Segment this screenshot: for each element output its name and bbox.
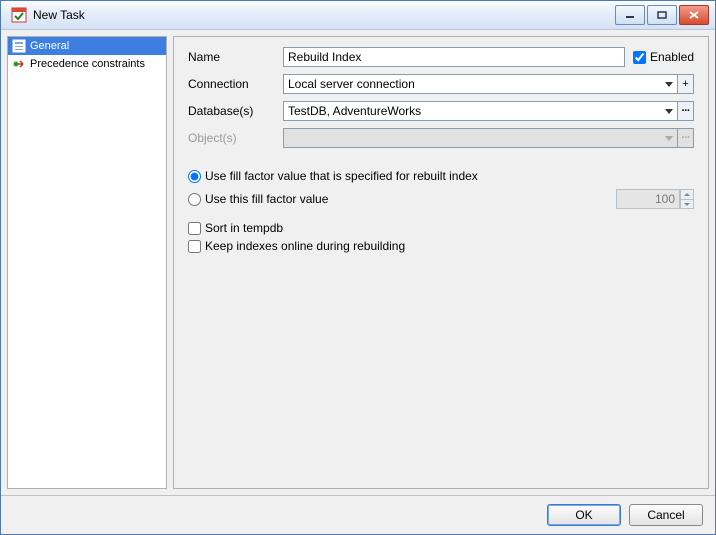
databases-value: TestDB, AdventureWorks (288, 104, 665, 118)
name-input[interactable] (283, 47, 625, 67)
dialog-footer: OK Cancel (1, 495, 715, 534)
chevron-down-icon (665, 109, 673, 114)
connection-label: Connection (188, 77, 283, 91)
fillfactor-specified-radio[interactable] (188, 170, 201, 183)
fillfactor-custom-radio[interactable] (188, 193, 201, 206)
objects-label: Object(s) (188, 131, 283, 145)
name-label: Name (188, 50, 283, 64)
chevron-down-icon (665, 136, 673, 141)
enabled-checkbox[interactable] (633, 51, 646, 64)
objects-dropdown (283, 128, 678, 148)
properties-icon (12, 39, 26, 53)
keep-online-checkbox[interactable] (188, 240, 201, 253)
fillfactor-step-up (680, 189, 694, 199)
sidebar-item-label: Precedence constraints (30, 58, 145, 70)
cancel-button[interactable]: Cancel (629, 504, 703, 526)
sort-tempdb-checkbox[interactable] (188, 222, 201, 235)
maximize-button[interactable] (647, 5, 677, 25)
fillfactor-step-down (680, 199, 694, 209)
fillfactor-specified-label: Use fill factor value that is specified … (205, 169, 478, 183)
new-task-dialog: New Task General (0, 0, 716, 535)
chevron-down-icon (665, 82, 673, 87)
add-connection-button[interactable]: + (678, 74, 694, 94)
sort-tempdb-label: Sort in tempdb (205, 221, 283, 235)
category-sidebar: General Precedence constraints (7, 36, 167, 489)
sidebar-item-precedence-constraints[interactable]: Precedence constraints (8, 55, 166, 73)
enabled-label: Enabled (650, 50, 694, 64)
caret-up-icon (684, 193, 690, 196)
keep-online-label: Keep indexes online during rebuilding (205, 239, 405, 253)
fillfactor-input (616, 189, 680, 209)
fillfactor-spinner (616, 189, 694, 209)
connection-value: Local server connection (288, 77, 665, 91)
minimize-button[interactable] (615, 5, 645, 25)
app-icon (11, 7, 27, 23)
objects-browse-button: ··· (678, 128, 694, 148)
caret-down-icon (684, 203, 690, 206)
sidebar-item-general[interactable]: General (8, 37, 166, 55)
databases-dropdown[interactable]: TestDB, AdventureWorks (283, 101, 678, 121)
sidebar-item-label: General (30, 40, 69, 52)
databases-label: Database(s) (188, 104, 283, 118)
window-title: New Task (33, 8, 85, 22)
titlebar[interactable]: New Task (1, 1, 715, 30)
fillfactor-custom-label: Use this fill factor value (205, 192, 328, 206)
ok-button[interactable]: OK (547, 504, 621, 526)
close-button[interactable] (679, 5, 709, 25)
flow-icon (12, 57, 26, 71)
databases-browse-button[interactable]: ··· (678, 101, 694, 121)
general-panel: Name Enabled Connection Local server con… (173, 36, 709, 489)
connection-dropdown[interactable]: Local server connection (283, 74, 678, 94)
